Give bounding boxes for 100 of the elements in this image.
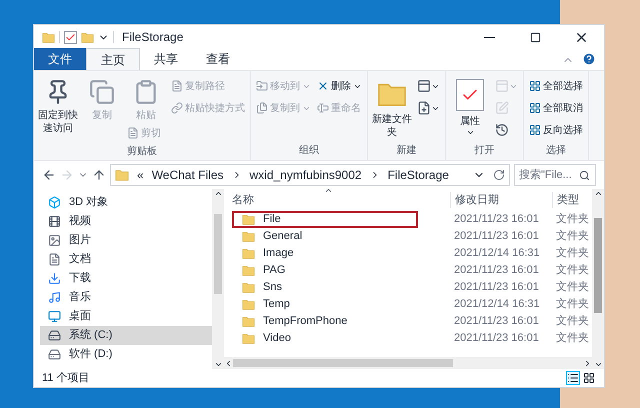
ribbon-button[interactable]: 反向选择 — [527, 119, 585, 141]
scroll-up-icon[interactable] — [594, 189, 602, 198]
nav-item[interactable]: 音乐 — [40, 288, 212, 307]
ribbon-button[interactable]: 属性 — [449, 75, 491, 137]
scroll-down-icon[interactable] — [594, 360, 602, 369]
ribbon-group-label: 选择 — [545, 144, 567, 158]
folder-icon — [242, 298, 255, 311]
cube-icon — [48, 196, 61, 209]
folder-icon — [242, 332, 255, 345]
breadcrumb-item[interactable]: wxid_nymfubins9002 — [250, 166, 362, 184]
properties-icon — [456, 79, 484, 111]
file-row-name[interactable]: Temp — [232, 296, 418, 313]
picture-icon — [48, 234, 61, 247]
monitor-icon — [48, 310, 61, 323]
file-menu-tab[interactable]: 文件 — [34, 48, 86, 70]
ribbon-group-label: 剪贴板 — [126, 144, 158, 159]
ribbon-button[interactable]: 全部取消 — [527, 97, 585, 119]
copy-icon — [89, 79, 115, 105]
file-name: Sns — [263, 280, 282, 296]
scroll-left-icon[interactable] — [224, 358, 233, 368]
scroll-thumb[interactable] — [214, 214, 222, 294]
breadcrumb-item[interactable]: WeChat Files — [152, 166, 224, 184]
ribbon-tab[interactable]: 共享 — [140, 48, 192, 70]
maximize-icon — [530, 32, 540, 42]
ribbon-button[interactable]: 固定到快速访问 — [37, 75, 79, 135]
help-icon[interactable] — [582, 52, 596, 66]
folder-icon — [242, 264, 255, 277]
file-row-name[interactable]: Video — [232, 330, 418, 347]
file-name: Video — [263, 331, 291, 346]
large-icons-view-icon[interactable] — [582, 371, 596, 385]
details-view-icon[interactable] — [566, 371, 580, 385]
scroll-thumb[interactable] — [233, 359, 453, 367]
folder-icon — [242, 281, 255, 294]
refresh-icon[interactable] — [493, 169, 505, 181]
file-row-name[interactable]: Sns — [232, 279, 418, 296]
ribbon-button[interactable]: 删除 — [315, 75, 364, 97]
document-icon — [127, 127, 139, 139]
properties-check-icon[interactable] — [64, 30, 77, 44]
file-name: TempFromPhone — [263, 314, 348, 330]
ribbon-group-label: 打开 — [474, 144, 496, 158]
scrollbar[interactable] — [212, 189, 224, 369]
table-cell-text: 文件夹 — [555, 212, 590, 228]
table-cell-text: 2021/11/23 16:01 — [453, 280, 540, 296]
folder-icon — [81, 30, 94, 44]
file-row-name[interactable]: General — [232, 228, 418, 245]
back-button-icon[interactable] — [42, 168, 56, 182]
nav-item[interactable]: 下载 — [40, 269, 212, 288]
new-item-icon — [417, 79, 431, 93]
ribbon-tab[interactable]: 查看 — [192, 48, 244, 70]
nav-item[interactable]: 图片 — [40, 231, 212, 250]
scroll-down-icon[interactable] — [214, 360, 222, 369]
file-row-name[interactable]: Image — [232, 245, 418, 262]
table-cell-text: 文件夹 — [555, 280, 590, 296]
column-header[interactable]: 名称 — [232, 194, 254, 206]
nav-item[interactable]: 3D 对象 — [40, 193, 212, 212]
delete-icon — [317, 80, 329, 92]
rename-icon — [317, 102, 329, 114]
file-row-name[interactable]: TempFromPhone — [232, 313, 418, 330]
window-title: FileStorage — [122, 29, 184, 46]
table-cell-text: 2021/11/23 16:01 — [453, 263, 540, 278]
table-cell-text: 2021/12/14 16:31 — [453, 246, 541, 262]
table-cell-text: 文件夹 — [555, 330, 590, 346]
table-cell-text: 文件夹 — [555, 314, 590, 330]
breadcrumb-item[interactable]: FileStorage — [388, 166, 449, 184]
nav-item[interactable]: 软件 (D:) — [40, 345, 212, 364]
table-cell-text: 文件夹 — [555, 246, 590, 262]
overflow-chevrons[interactable]: « — [137, 166, 144, 184]
files-icon — [256, 102, 268, 114]
document-icon — [48, 253, 61, 266]
nav-item[interactable]: 桌面 — [40, 307, 212, 326]
document-icon — [171, 80, 183, 92]
ribbon-button[interactable]: 新建文件夹 — [371, 75, 413, 139]
scroll-up-icon[interactable] — [214, 189, 222, 198]
ribbon-group-label: 新建 — [396, 144, 418, 158]
scrollbar[interactable] — [592, 189, 604, 369]
drive-icon — [48, 329, 61, 342]
caret-icon — [466, 128, 474, 137]
table-cell-text: 文件夹 — [555, 296, 590, 312]
table-cell-text: 2021/11/23 16:01 — [453, 229, 540, 244]
scroll-right-icon[interactable] — [583, 358, 592, 368]
download-arrow-icon — [48, 272, 61, 285]
search-field[interactable]: 搜索"File... — [514, 164, 596, 186]
table-cell-text: 文件夹 — [555, 262, 590, 278]
file-row-name[interactable]: File — [232, 211, 418, 228]
nav-item[interactable]: 文档 — [40, 250, 212, 269]
ribbon-tab[interactable]: 主页 — [86, 48, 140, 70]
scroll-thumb[interactable] — [594, 218, 602, 313]
column-header[interactable]: 修改日期 — [450, 192, 552, 208]
grid-icon — [529, 80, 541, 92]
nav-item[interactable]: 视频 — [40, 212, 212, 231]
folder-icon — [42, 30, 55, 44]
address-bar[interactable]: « WeChat Files wxid_nymfubins9002 FileStorage — [110, 164, 510, 186]
ribbon-group-label: 组织 — [298, 144, 320, 158]
up-button-icon[interactable] — [92, 168, 106, 182]
table-cell-text: 2021/12/14 16:31 — [453, 297, 541, 312]
file-row-name[interactable]: PAG — [232, 262, 418, 279]
table-cell-text: 2021/11/23 16:01 — [453, 331, 540, 346]
ribbon-button[interactable]: 全部选择 — [527, 75, 585, 97]
nav-item[interactable]: 系统 (C:) — [40, 326, 212, 345]
edit-icon — [495, 101, 509, 115]
